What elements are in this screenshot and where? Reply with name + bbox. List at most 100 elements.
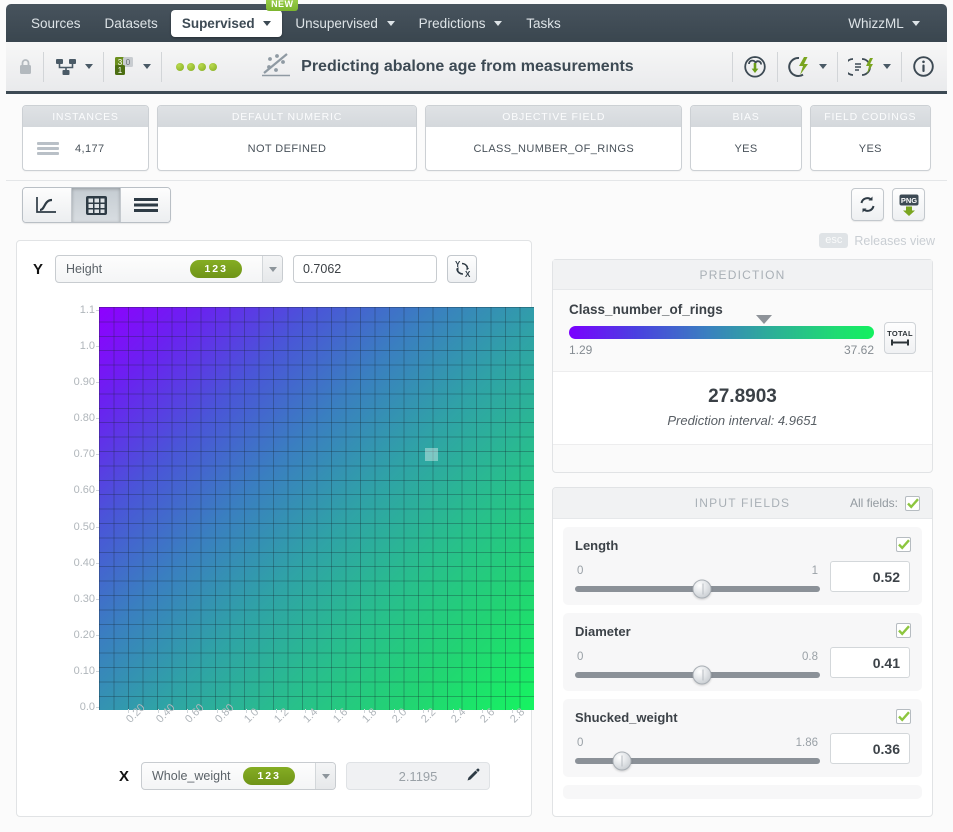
slider-max: 1.86	[795, 737, 818, 749]
slider-track[interactable]	[575, 751, 820, 771]
x-field-name: Whole_weight	[152, 769, 231, 783]
x-axis-ticks: 0.20 0.40 0.60 0.80 1.0 1.2 1.4 1.6 1.8 2.0 2.2 2.4…	[99, 702, 539, 767]
nav-item-unsupervised[interactable]: Unsupervised	[284, 10, 405, 37]
field-slider[interactable]: 0 1.86	[575, 735, 820, 771]
prediction-gauge-row: 1.29 37.62 TOTAL	[569, 315, 916, 357]
lightning-actions-icon[interactable]	[788, 55, 827, 79]
nav-item-tasks[interactable]: Tasks	[515, 10, 572, 37]
y-tick-label: 0.30	[49, 593, 100, 605]
resource-toolbar: 3 0 1 Predicting abalone age from measur…	[6, 42, 947, 94]
y-axis-ticks: 0.0 0.10 0.20 0.30 0.40 0.50 0.60 0.70 0.80 0.90 1…	[45, 304, 100, 713]
field-value-input[interactable]: 0.36	[830, 733, 910, 764]
total-toggle-button[interactable]: TOTAL	[884, 322, 916, 354]
x-axis-controls: X Whole_weight 123 2.1195	[117, 762, 490, 790]
y-value-input[interactable]	[293, 255, 437, 283]
y-axis-controls: Y Height 123 Y X	[31, 255, 477, 283]
nav-item-predictions[interactable]: Predictions	[408, 10, 514, 37]
grid-view-button[interactable]	[72, 188, 121, 222]
refresh-icon[interactable]	[851, 188, 884, 221]
heatmap-gridlines	[99, 307, 534, 710]
view-toggle-group	[22, 187, 171, 223]
y-tick-label: 1.0	[49, 340, 100, 352]
slider-min: 0	[577, 651, 584, 663]
checkbox-icon[interactable]	[896, 623, 911, 638]
all-fields-toggle[interactable]: All fields:	[849, 495, 920, 511]
checkbox-icon[interactable]	[905, 495, 920, 511]
checkbox-icon[interactable]	[896, 537, 911, 552]
field-value-input[interactable]: 0.52	[830, 561, 910, 592]
chevron-down-icon[interactable]	[315, 763, 335, 789]
field-slider[interactable]: 0 1	[575, 563, 820, 599]
y-tick-label: 0.60	[49, 484, 100, 496]
swap-axes-icon[interactable]: Y X	[447, 255, 477, 283]
info-icon[interactable]	[912, 55, 935, 78]
objective-field-name: Class_number_of_rings	[569, 302, 723, 317]
nav-item-sources[interactable]: Sources	[20, 10, 92, 37]
input-field-card: Length 0 1 0.52	[563, 527, 922, 605]
x-field-select[interactable]: Whole_weight 123	[141, 762, 336, 790]
nav-item-whizzml[interactable]: WhizzML	[837, 10, 931, 37]
field-value-input[interactable]: 0.41	[830, 647, 910, 678]
gauge-marker-icon	[756, 315, 773, 324]
slider-thumb[interactable]	[692, 665, 712, 685]
prediction-result: 27.8903 Prediction interval: 4.9651	[553, 371, 932, 445]
card-objective-field: OBJECTIVE FIELD CLASS_NUMBER_OF_RINGS	[425, 105, 683, 171]
esc-key-label: esc	[819, 233, 849, 248]
nav-label: WhizzML	[848, 15, 904, 31]
y-field-select[interactable]: Height 123	[55, 255, 283, 283]
card-value: YES	[734, 142, 758, 155]
curve-view-button[interactable]	[23, 188, 72, 222]
slider-max: 1	[811, 565, 818, 577]
nav-label: Datasets	[104, 15, 158, 31]
field-types-icon[interactable]: 3 0 1	[114, 56, 151, 78]
card-default-numeric: DEFAULT NUMERIC NOT DEFINED	[156, 105, 418, 171]
model-tree-icon[interactable]	[54, 57, 93, 77]
prediction-body: Class_number_of_rings 1.29 37.62 TOTAL 2…	[553, 290, 932, 455]
slider-track[interactable]	[575, 665, 820, 685]
heatmap-surface[interactable]	[99, 307, 534, 710]
y-tick-label: 0.10	[49, 665, 100, 677]
png-download-button[interactable]: PNG	[892, 188, 925, 221]
slider-thumb[interactable]	[612, 751, 632, 771]
field-slider[interactable]: 0 0.8	[575, 649, 820, 685]
list-view-button[interactable]	[121, 188, 170, 222]
card-instances: INSTANCES 4,177	[22, 105, 149, 171]
slider-max: 0.8	[802, 651, 818, 663]
card-title: OBJECTIVE FIELD	[426, 106, 682, 127]
input-field-card-partial	[563, 785, 922, 799]
divider	[836, 51, 838, 82]
numeric-type-badge: 123	[190, 260, 242, 278]
nav-item-datasets[interactable]: Datasets	[94, 10, 169, 37]
svg-text:0: 0	[126, 58, 131, 67]
all-fields-label: All fields:	[849, 496, 898, 510]
pencil-icon[interactable]	[466, 768, 480, 785]
lock-icon[interactable]	[18, 58, 33, 76]
nav-label: Supervised	[181, 15, 255, 31]
x-axis-label: X	[118, 767, 129, 785]
slider-track[interactable]	[575, 579, 820, 599]
card-value: 4,177	[75, 142, 105, 155]
status-dot	[198, 62, 206, 71]
status-dot	[187, 62, 195, 71]
nav-item-supervised[interactable]: Supervised NEW	[170, 0, 299, 37]
script-actions-icon[interactable]	[847, 56, 891, 78]
checkbox-icon[interactable]	[896, 709, 911, 724]
card-body: 4,177	[23, 127, 148, 170]
slider-range-labels: 0 1	[575, 565, 820, 580]
status-dots	[176, 62, 217, 71]
view-toolbar: PNG	[6, 180, 947, 230]
view-actions: PNG	[851, 188, 925, 221]
card-value: CLASS_NUMBER_OF_RINGS	[473, 142, 635, 155]
y-tick-label: 1.1	[49, 304, 100, 316]
card-title: FIELD CODINGS	[810, 106, 930, 127]
summary-cards: INSTANCES 4,177 DEFAULT NUMERIC NOT DEFI…	[6, 105, 947, 171]
slider-min: 0	[577, 737, 584, 749]
y-tick-label: 0.20	[49, 629, 100, 641]
slider-range-labels: 0 1.86	[575, 737, 820, 752]
cloud-download-icon[interactable]	[743, 55, 767, 79]
slider-thumb[interactable]	[692, 579, 712, 599]
chevron-down-icon[interactable]	[262, 256, 282, 282]
y-tick-label: 0.70	[49, 448, 100, 460]
x-value-readout[interactable]: 2.1195	[346, 762, 490, 790]
esc-hint: esc Releases view	[819, 233, 935, 248]
